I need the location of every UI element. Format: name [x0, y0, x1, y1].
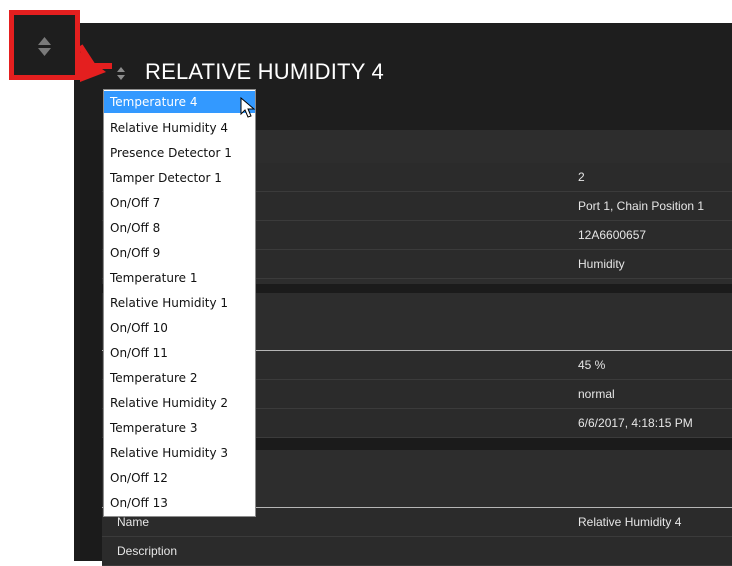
- timestamp-value: 6/6/2017, 4:18:15 PM: [578, 416, 693, 430]
- dropdown-item[interactable]: Temperature 4: [104, 91, 255, 113]
- name-label: Name: [117, 515, 150, 529]
- description-label: Description: [117, 544, 178, 558]
- sort-arrows-icon: [38, 37, 51, 56]
- sort-button-highlighted[interactable]: [9, 10, 80, 80]
- status-value: normal: [578, 387, 615, 401]
- dropdown-item[interactable]: On/Off 9: [104, 242, 255, 264]
- dropdown-item[interactable]: Relative Humidity 3: [104, 442, 255, 464]
- dropdown-item[interactable]: Temperature 2: [104, 367, 255, 389]
- device-value-3: 12A6600657: [578, 228, 647, 242]
- humidity-value: 45 %: [578, 358, 606, 372]
- sensor-dropdown-list[interactable]: Temperature 4 Relative Humidity 4 Presen…: [103, 89, 256, 517]
- dropdown-item[interactable]: Relative Humidity 4: [104, 117, 255, 139]
- dropdown-item[interactable]: Presence Detector 1: [104, 142, 255, 164]
- device-value-2: Port 1, Chain Position 1: [578, 199, 705, 213]
- page-title: RELATIVE HUMIDITY 4: [145, 59, 384, 84]
- dropdown-item[interactable]: Temperature 3: [104, 417, 255, 439]
- description-row: Description: [102, 537, 732, 566]
- dropdown-item[interactable]: On/Off 10: [104, 317, 255, 339]
- dropdown-item[interactable]: Temperature 1: [104, 267, 255, 289]
- dropdown-item[interactable]: On/Off 8: [104, 217, 255, 239]
- device-value-1: 2: [578, 170, 585, 184]
- dropdown-item[interactable]: On/Off 7: [104, 192, 255, 214]
- name-value[interactable]: Relative Humidity 4: [578, 515, 681, 529]
- mouse-pointer-icon: [240, 97, 256, 118]
- dropdown-item[interactable]: On/Off 11: [104, 342, 255, 364]
- dropdown-item[interactable]: On/Off 12: [104, 467, 255, 489]
- dropdown-item[interactable]: Relative Humidity 1: [104, 292, 255, 314]
- dropdown-item[interactable]: On/Off 13: [104, 492, 255, 514]
- device-value-4: Humidity: [578, 257, 625, 271]
- dropdown-item[interactable]: Relative Humidity 2: [104, 392, 255, 414]
- dropdown-item[interactable]: Tamper Detector 1: [104, 167, 255, 189]
